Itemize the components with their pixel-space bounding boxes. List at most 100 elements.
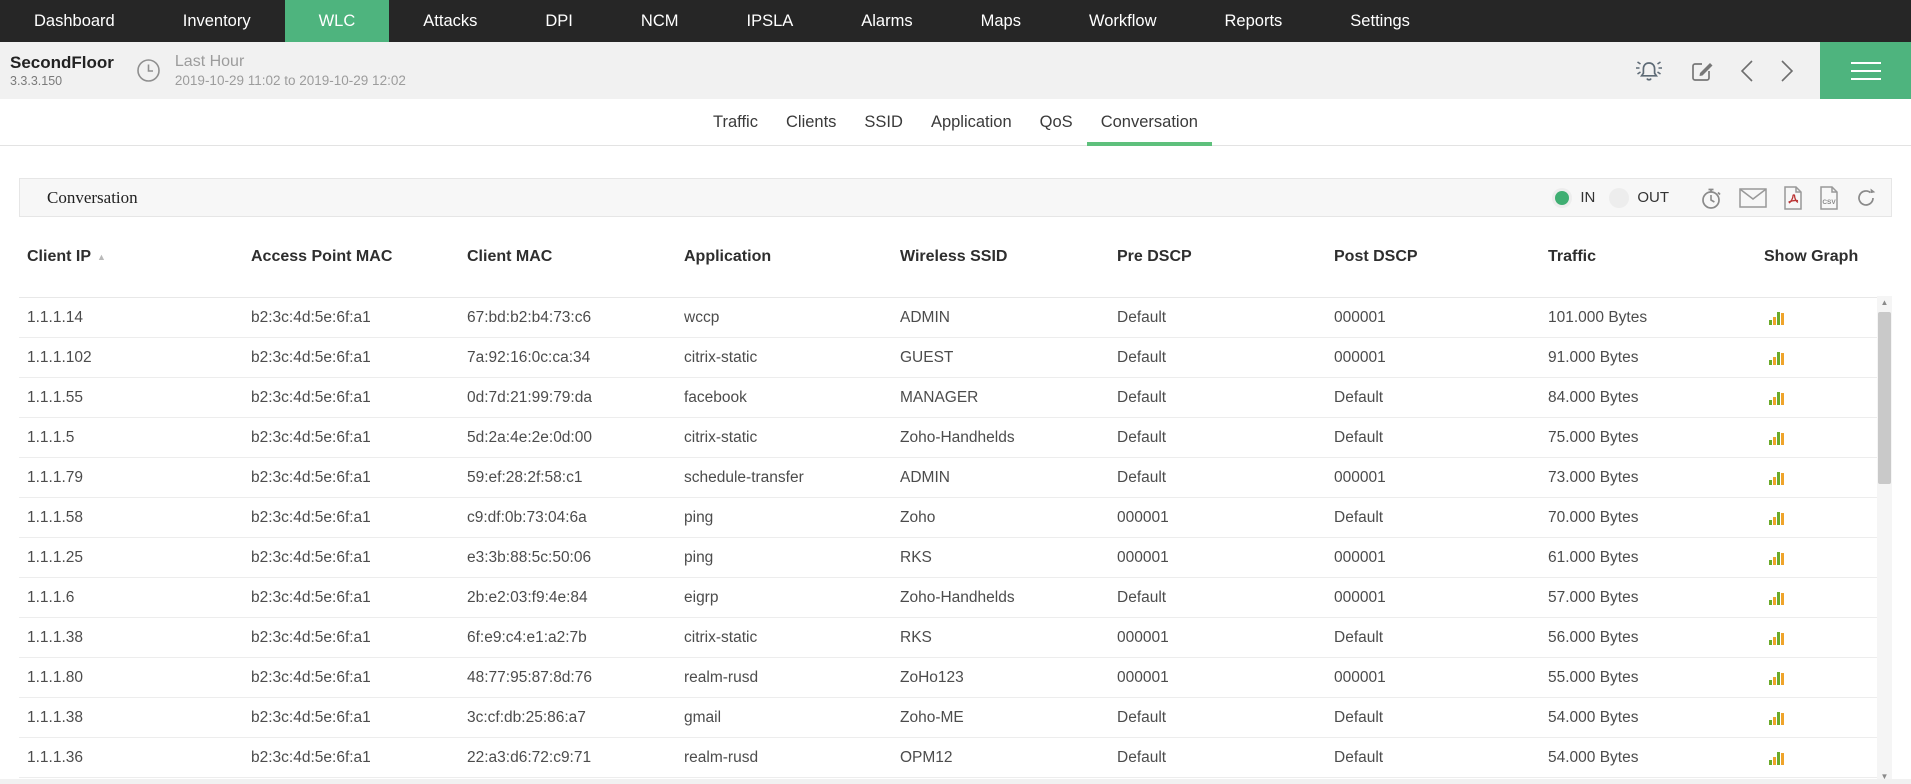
- table-row: 1.1.1.6 b2:3c:4d:5e:6f:a1 2b:e2:03:f9:4e…: [19, 578, 1892, 618]
- nav-item-ipsla[interactable]: IPSLA: [712, 0, 827, 42]
- cell-pre-dscp: 000001: [1117, 629, 1334, 647]
- show-graph-icon[interactable]: [1768, 750, 1786, 766]
- show-graph-icon[interactable]: [1768, 670, 1786, 686]
- column-header-label: Application: [684, 248, 771, 266]
- cell-client-mac: 7a:92:16:0c:ca:34: [467, 349, 684, 367]
- nav-item-attacks[interactable]: Attacks: [389, 0, 511, 42]
- scroll-up-icon[interactable]: ▲: [1877, 296, 1892, 310]
- nav-item-workflow[interactable]: Workflow: [1055, 0, 1191, 42]
- cell-pre-dscp: Default: [1117, 749, 1334, 767]
- nav-item-ncm[interactable]: NCM: [607, 0, 713, 42]
- cell-pre-dscp: Default: [1117, 589, 1334, 607]
- show-graph-icon[interactable]: [1768, 310, 1786, 326]
- conversation-table: Client IP ▲ Access Point MAC ▲ Client MA…: [19, 217, 1892, 778]
- column-header-label: Client MAC: [467, 248, 552, 266]
- nav-item-reports[interactable]: Reports: [1191, 0, 1317, 42]
- cell-pre-dscp: Default: [1117, 349, 1334, 367]
- column-header-label: Traffic: [1548, 248, 1596, 266]
- cell-client-ip: 1.1.1.6: [27, 589, 251, 607]
- nav-item-settings[interactable]: Settings: [1316, 0, 1444, 42]
- alarm-bell-icon[interactable]: [1634, 58, 1664, 84]
- nav-item-dpi[interactable]: DPI: [511, 0, 607, 42]
- cell-client-ip: 1.1.1.14: [27, 309, 251, 327]
- nav-item-wlc[interactable]: WLC: [285, 0, 390, 42]
- column-header-traffic[interactable]: Traffic ▲: [1548, 248, 1764, 266]
- cell-application: gmail: [684, 709, 900, 727]
- tab-traffic[interactable]: Traffic: [699, 99, 772, 145]
- column-header-access-point-mac[interactable]: Access Point MAC ▲: [251, 248, 467, 266]
- cell-client-ip: 1.1.1.36: [27, 749, 251, 767]
- chevron-left-icon[interactable]: [1740, 59, 1754, 83]
- cell-application: citrix-static: [684, 629, 900, 647]
- cell-post-dscp: 000001: [1334, 669, 1548, 687]
- show-graph-icon[interactable]: [1768, 430, 1786, 446]
- refresh-icon[interactable]: [1855, 187, 1877, 209]
- email-icon[interactable]: [1739, 188, 1767, 208]
- direction-in-radio[interactable]: [1552, 188, 1572, 208]
- period-label: Last Hour: [175, 52, 406, 71]
- cell-client-ip: 1.1.1.79: [27, 469, 251, 487]
- show-graph-icon[interactable]: [1768, 470, 1786, 486]
- cell-ap-mac: b2:3c:4d:5e:6f:a1: [251, 509, 467, 527]
- cell-traffic: 54.000 Bytes: [1548, 749, 1764, 767]
- tab-application[interactable]: Application: [917, 99, 1026, 145]
- column-header-post-dscp[interactable]: Post DSCP ▲: [1334, 248, 1548, 266]
- cell-wireless-ssid: ADMIN: [900, 469, 1117, 487]
- report-tabs: TrafficClientsSSIDApplicationQoSConversa…: [0, 99, 1911, 146]
- menu-icon[interactable]: [1820, 42, 1911, 99]
- csv-icon[interactable]: CSV: [1819, 186, 1839, 210]
- show-graph-icon[interactable]: [1768, 510, 1786, 526]
- column-header-client-ip[interactable]: Client IP ▲: [27, 248, 251, 266]
- cell-application: eigrp: [684, 589, 900, 607]
- cell-traffic: 73.000 Bytes: [1548, 469, 1764, 487]
- nav-item-maps[interactable]: Maps: [947, 0, 1055, 42]
- column-header-wireless-ssid[interactable]: Wireless SSID ▲: [900, 248, 1117, 266]
- tab-conversation[interactable]: Conversation: [1087, 99, 1212, 145]
- column-header-label: Show Graph: [1764, 248, 1858, 266]
- nav-item-alarms[interactable]: Alarms: [827, 0, 946, 42]
- show-graph-icon[interactable]: [1768, 590, 1786, 606]
- table-row: 1.1.1.79 b2:3c:4d:5e:6f:a1 59:ef:28:2f:5…: [19, 458, 1892, 498]
- column-header-label: Access Point MAC: [251, 248, 392, 266]
- time-period[interactable]: Last Hour 2019-10-29 11:02 to 2019-10-29…: [175, 52, 406, 89]
- cell-client-mac: 5d:2a:4e:2e:0d:00: [467, 429, 684, 447]
- cell-application: ping: [684, 509, 900, 527]
- device-ip: 3.3.3.150: [10, 74, 114, 88]
- column-header-client-mac[interactable]: Client MAC ▲: [467, 248, 684, 266]
- tab-qos[interactable]: QoS: [1026, 99, 1087, 145]
- cell-client-ip: 1.1.1.58: [27, 509, 251, 527]
- cell-client-mac: 0d:7d:21:99:79:da: [467, 389, 684, 407]
- stopwatch-icon[interactable]: [1699, 186, 1723, 210]
- cell-pre-dscp: Default: [1117, 389, 1334, 407]
- column-header-pre-dscp[interactable]: Pre DSCP ▲: [1117, 248, 1334, 266]
- cell-ap-mac: b2:3c:4d:5e:6f:a1: [251, 549, 467, 567]
- nav-item-dashboard[interactable]: Dashboard: [0, 0, 149, 42]
- tab-ssid[interactable]: SSID: [850, 99, 917, 145]
- cell-pre-dscp: Default: [1117, 709, 1334, 727]
- cell-post-dscp: 000001: [1334, 469, 1548, 487]
- cell-client-ip: 1.1.1.38: [27, 709, 251, 727]
- show-graph-icon[interactable]: [1768, 390, 1786, 406]
- show-graph-icon[interactable]: [1768, 350, 1786, 366]
- tab-clients[interactable]: Clients: [772, 99, 850, 145]
- pdf-icon[interactable]: [1783, 186, 1803, 210]
- chevron-right-icon[interactable]: [1780, 59, 1794, 83]
- column-header-show-graph[interactable]: Show Graph ▲: [1764, 248, 1892, 266]
- cell-ap-mac: b2:3c:4d:5e:6f:a1: [251, 349, 467, 367]
- cell-ap-mac: b2:3c:4d:5e:6f:a1: [251, 309, 467, 327]
- column-header-application[interactable]: Application ▲: [684, 248, 900, 266]
- scrollbar-thumb[interactable]: [1878, 312, 1891, 484]
- table-row: 1.1.1.25 b2:3c:4d:5e:6f:a1 e3:3b:88:5c:5…: [19, 538, 1892, 578]
- show-graph-icon[interactable]: [1768, 710, 1786, 726]
- edit-icon[interactable]: [1690, 59, 1714, 83]
- show-graph-icon[interactable]: [1768, 550, 1786, 566]
- nav-item-inventory[interactable]: Inventory: [149, 0, 285, 42]
- cell-client-ip: 1.1.1.102: [27, 349, 251, 367]
- conversation-panel: Conversation IN OUT: [19, 178, 1892, 217]
- direction-out-radio[interactable]: [1609, 188, 1629, 208]
- cell-wireless-ssid: Zoho-Handhelds: [900, 429, 1117, 447]
- sort-asc-icon: ▲: [97, 252, 106, 262]
- cell-traffic: 55.000 Bytes: [1548, 669, 1764, 687]
- show-graph-icon[interactable]: [1768, 630, 1786, 646]
- cell-client-ip: 1.1.1.80: [27, 669, 251, 687]
